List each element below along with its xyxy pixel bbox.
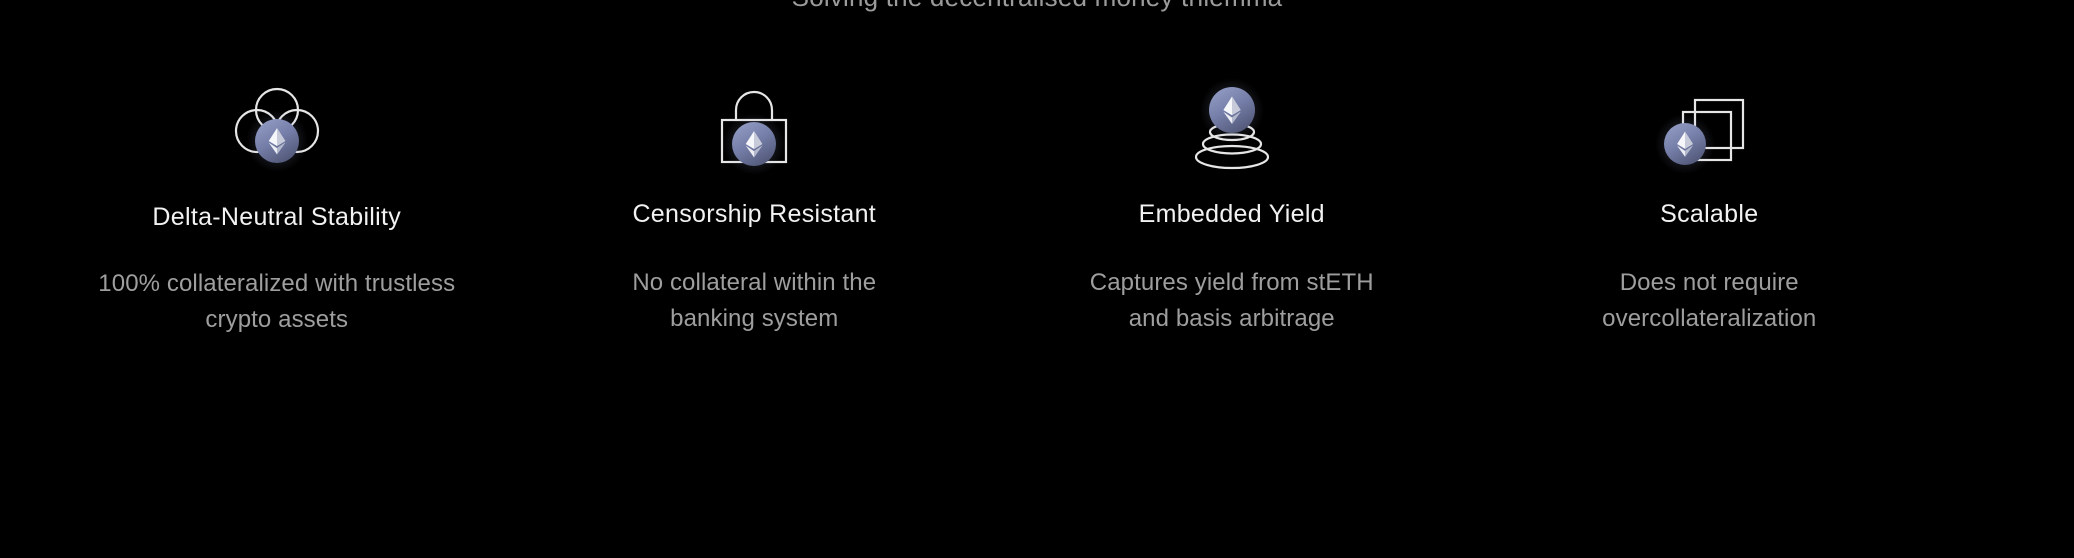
- feature-description-line-1: No collateral within the: [632, 269, 877, 296]
- section-subtitle: Solving the decentralised money trilemma: [0, 0, 2074, 13]
- feature-description-line-2: and basis arbitrage: [1128, 305, 1335, 332]
- feature-description-line-2: overcollateralization: [1602, 305, 1817, 332]
- feature-card-censorship-resistant: Censorship Resistant No collateral withi…: [516, 78, 994, 338]
- feature-description-line-2: crypto assets: [205, 306, 349, 333]
- feature-title: Embedded Yield: [1138, 200, 1325, 228]
- feature-description: Does not require overcollateralization: [1602, 265, 1816, 337]
- feature-description-line-1: Does not require: [1619, 269, 1799, 296]
- feature-description: Captures yield from stETH and basis arbi…: [1090, 265, 1374, 337]
- feature-title: Censorship Resistant: [632, 200, 877, 228]
- feature-grid: Delta-Neutral Stability 100% collaterali…: [38, 78, 1948, 338]
- feature-description: 100% collateralized with trustless crypt…: [98, 266, 455, 338]
- feature-card-delta-neutral-stability: Delta-Neutral Stability 100% collaterali…: [38, 78, 516, 338]
- feature-description: No collateral within the banking system: [632, 265, 876, 337]
- cloud-eth-icon: [207, 78, 347, 174]
- feature-card-scalable: Scalable Does not require overcollateral…: [1471, 78, 1949, 338]
- feature-description-line-2: banking system: [670, 305, 839, 332]
- nested-squares-eth-icon: [1639, 74, 1779, 174]
- feature-section: Solving the decentralised money trilemma: [0, 0, 2074, 558]
- feature-title: Scalable: [1660, 200, 1759, 228]
- stacked-rings-eth-icon: [1162, 72, 1302, 170]
- feature-description-line-1: 100% collateralized with trustless: [98, 270, 456, 297]
- feature-description-line-1: Captures yield from stETH: [1089, 269, 1374, 296]
- padlock-eth-icon: [684, 78, 824, 175]
- feature-card-embedded-yield: Embedded Yield Captures yield from stETH…: [993, 78, 1471, 338]
- feature-title: Delta-Neutral Stability: [152, 203, 402, 231]
